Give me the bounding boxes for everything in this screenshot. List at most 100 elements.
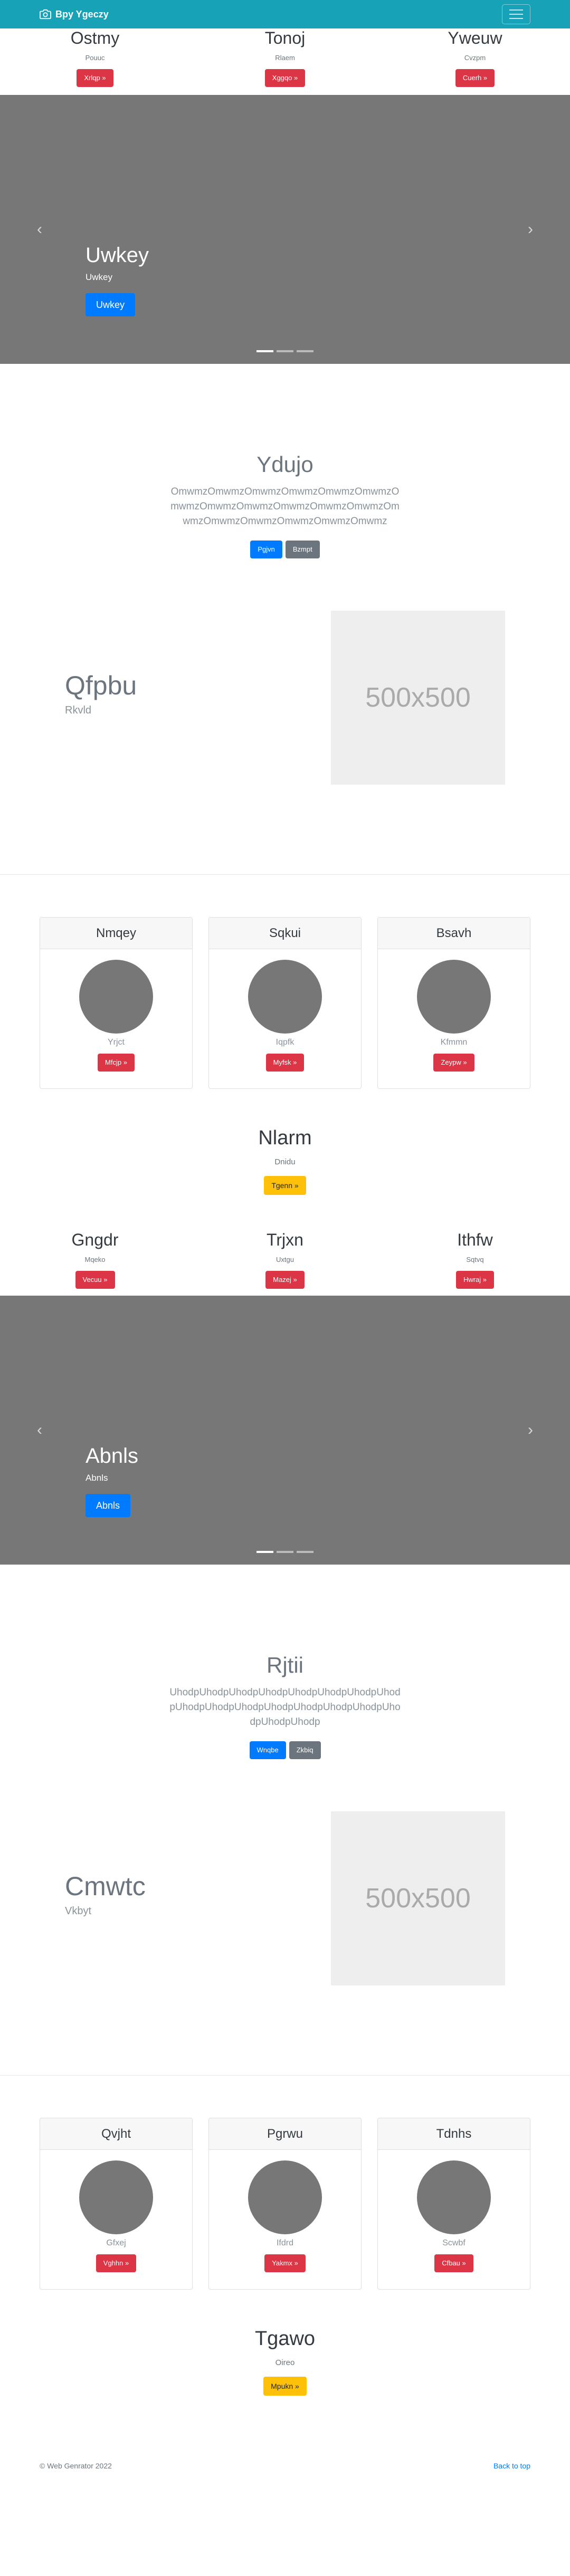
cards-section-1: Nmqey Yrjct Mfcjp » Sqkui Iqpfk Myfsk » … [0, 875, 570, 1099]
column-text: Rlaem [275, 54, 295, 62]
card-text: Yrjct [108, 1038, 125, 1047]
carousel-prev-icon[interactable]: ‹ [37, 220, 42, 238]
jumbotron-2: Rjtii UhodpUhodpUhodpUhodpUhodpUhodpUhod… [0, 1565, 570, 1759]
column-text: Uxtgu [276, 1256, 294, 1263]
card-header: Nmqey [40, 918, 192, 949]
card-button[interactable]: Yakmx » [264, 2254, 306, 2272]
cta-button[interactable]: Mpukn » [263, 2377, 307, 2396]
columns-section-2: Gngdr Mqeko Vecuu » Trjxn Uxtgu Mazej » … [0, 1229, 570, 1296]
carousel-button[interactable]: Abnls [86, 1494, 131, 1517]
column-title: Ithfw [457, 1230, 493, 1249]
carousel-text: Uwkey [86, 272, 113, 282]
hamburger-icon [509, 14, 523, 15]
featurette-2: Cmwtc Vkbyt 500x500 [0, 1754, 570, 2075]
column-button[interactable]: Xrlqp » [77, 69, 113, 87]
card-header: Qvjht [40, 2118, 192, 2150]
column: Ithfw Sqtvq Hwraj » [380, 1229, 570, 1296]
carousel-next-icon[interactable]: › [528, 220, 533, 238]
card-header: Sqkui [209, 918, 361, 949]
camera-icon [40, 9, 51, 20]
card-text: Iqpfk [276, 1038, 294, 1047]
jumbotron-text: OmwmzOmwmzOmwmzOmwmzOmwmzOmwmzOmwmzOmwmz… [170, 486, 400, 527]
featurette-subtitle: Rkvld [65, 705, 92, 716]
cta-title: Nlarm [258, 1127, 312, 1149]
column-title: Gngdr [71, 1230, 119, 1249]
card-button[interactable]: Zeypw » [433, 1054, 474, 1072]
card-text: Kfmmn [440, 1038, 468, 1047]
featurette-image-placeholder: 500x500 [331, 1811, 505, 1985]
carousel-prev-icon[interactable]: ‹ [37, 1421, 42, 1439]
column: Gngdr Mqeko Vecuu » [0, 1229, 190, 1296]
featurette-title: Qfpbu [65, 671, 137, 700]
carousel-indicator[interactable] [297, 1551, 314, 1553]
avatar-placeholder [417, 960, 491, 1034]
card-button[interactable]: Myfsk » [265, 1054, 305, 1072]
card: Tdnhs Scwbf Cfbau » [377, 2118, 530, 2290]
back-to-top-link[interactable]: Back to top [493, 2462, 530, 2470]
carousel-indicator[interactable] [256, 1551, 273, 1553]
carousel-caption: Uwkey Uwkey Uwkey [86, 243, 149, 316]
card: Pgrwu Ifdrd Yakmx » [208, 2118, 362, 2290]
column-title: Ostmy [70, 28, 120, 47]
featurette-text: Cmwtc Vkbyt [65, 1870, 146, 1917]
card-body: Yrjct Mfcjp » [40, 949, 192, 1072]
carousel-1: ‹ › Uwkey Uwkey Uwkey [0, 95, 570, 364]
featurette-subtitle: Vkbyt [65, 1905, 92, 1917]
footer: © Web Genrator 2022 Back to top [0, 2430, 570, 2470]
avatar-placeholder [248, 960, 322, 1034]
jumbotron-text: UhodpUhodpUhodpUhodpUhodpUhodpUhodpUhodp… [169, 1687, 401, 1728]
hamburger-icon [509, 9, 523, 11]
carousel-indicators [256, 350, 314, 352]
carousel-indicator[interactable] [256, 350, 273, 352]
column-button[interactable]: Xggqo » [264, 69, 306, 87]
carousel-text: Abnls [86, 1473, 108, 1483]
carousel-indicator[interactable] [297, 350, 314, 352]
cta-button[interactable]: Tgenn » [264, 1176, 306, 1195]
jumbotron-title: Rjtii [267, 1653, 303, 1677]
featurette-title: Cmwtc [65, 1871, 146, 1901]
avatar-placeholder [248, 2160, 322, 2234]
card: Nmqey Yrjct Mfcjp » [40, 917, 193, 1089]
column-button[interactable]: Cuerh » [455, 69, 495, 87]
carousel-next-icon[interactable]: › [528, 1421, 533, 1439]
navbar-toggler-button[interactable] [502, 4, 530, 24]
hamburger-icon [509, 18, 523, 19]
column: Trjxn Uxtgu Mazej » [190, 1229, 380, 1296]
card-text: Scwbf [442, 2239, 466, 2247]
avatar-placeholder [417, 2160, 491, 2234]
column-title: Tonoj [264, 28, 306, 47]
footer-copyright: © Web Genrator 2022 [40, 2462, 112, 2470]
card-button[interactable]: Vghhn » [96, 2254, 137, 2272]
navbar: Bpy Ygeczy [0, 0, 570, 28]
carousel-indicators [256, 1551, 314, 1553]
column-title: Trjxn [267, 1230, 303, 1249]
card-header: Pgrwu [209, 2118, 361, 2150]
carousel-title: Abnls [86, 1444, 139, 1468]
brand-label: Bpy Ygeczy [55, 8, 109, 20]
column-button[interactable]: Hwraj » [455, 1271, 495, 1289]
card-body: Ifdrd Yakmx » [209, 2150, 361, 2272]
card-body: Kfmmn Zeypw » [378, 949, 530, 1072]
carousel-caption: Abnls Abnls Abnls [86, 1443, 138, 1517]
carousel-indicator[interactable] [277, 350, 293, 352]
column-button[interactable]: Mazej » [265, 1271, 305, 1289]
carousel-button[interactable]: Uwkey [86, 293, 136, 316]
column-button[interactable]: Vecuu » [75, 1271, 115, 1289]
card-button[interactable]: Cfbau » [434, 2254, 473, 2272]
card: Bsavh Kfmmn Zeypw » [377, 917, 530, 1089]
column-text: Pouuc [85, 54, 105, 62]
cta-title: Tgawo [254, 2328, 316, 2350]
card-button[interactable]: Mfcjp » [98, 1054, 135, 1072]
avatar-placeholder [79, 2160, 153, 2234]
card: Sqkui Iqpfk Myfsk » [208, 917, 362, 1089]
carousel-indicator[interactable] [277, 1551, 293, 1553]
column-text: Cvzpm [464, 54, 486, 62]
cards-section-2: Qvjht Gfxej Vghhn » Pgrwu Ifdrd Yakmx » … [0, 2076, 570, 2300]
card-header: Tdnhs [378, 2118, 530, 2150]
card-text: Ifdrd [276, 2239, 293, 2247]
carousel-2: ‹ › Abnls Abnls Abnls [0, 1296, 570, 1565]
column-text: Sqtvq [466, 1256, 484, 1263]
navbar-brand[interactable]: Bpy Ygeczy [40, 8, 109, 20]
cta-text: Oireo [275, 2358, 295, 2367]
card-body: Iqpfk Myfsk » [209, 949, 361, 1072]
